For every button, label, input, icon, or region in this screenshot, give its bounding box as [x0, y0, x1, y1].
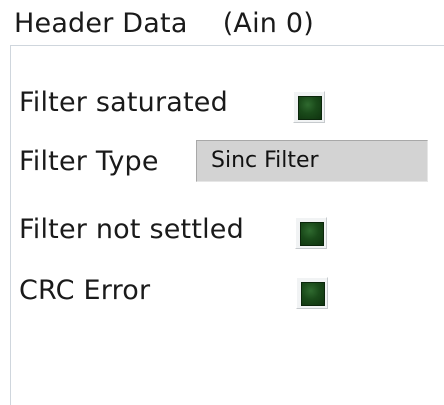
crc-error-led	[296, 277, 328, 309]
filter-saturated-led	[293, 91, 325, 123]
filter-not-settled-led	[295, 217, 327, 249]
crc-error-led-indicator	[301, 282, 325, 306]
crc-error-label: CRC Error	[19, 275, 151, 306]
filter-type-display: Sinc Filter	[196, 140, 428, 182]
group-title: Header Data (Ain 0)	[14, 8, 315, 39]
filter-not-settled-led-indicator	[300, 222, 324, 246]
filter-not-settled-label: Filter not settled	[19, 214, 244, 245]
filter-saturated-led-indicator	[298, 96, 322, 120]
filter-type-value: Sinc Filter	[211, 148, 319, 173]
filter-type-label: Filter Type	[19, 146, 159, 177]
filter-saturated-label: Filter saturated	[19, 87, 228, 118]
